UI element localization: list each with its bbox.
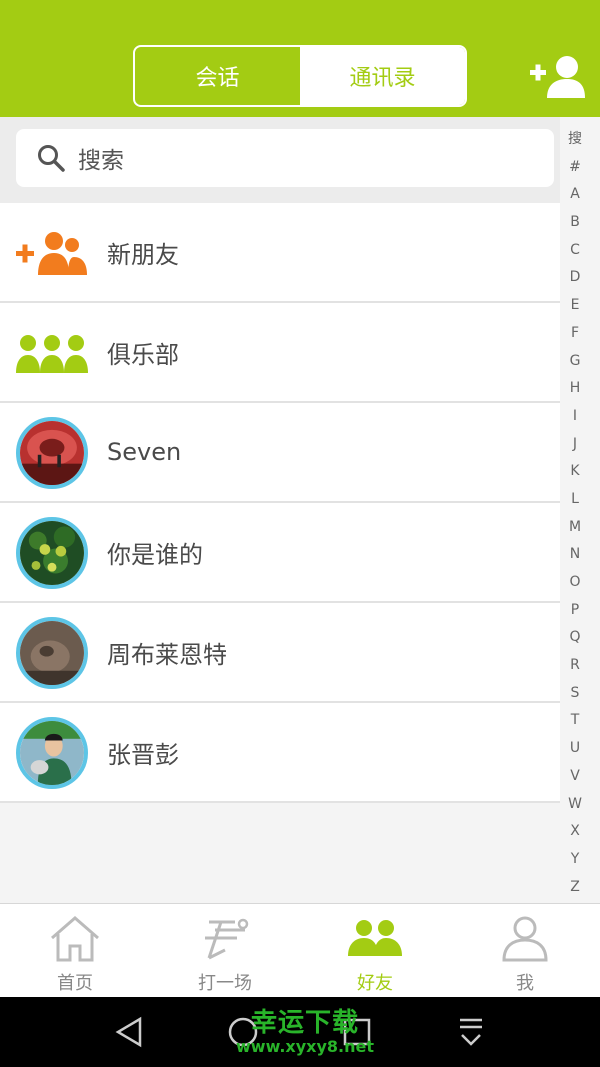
segmented-control: 会话 通讯录 xyxy=(133,45,467,107)
avatar xyxy=(16,517,88,589)
tab-contacts[interactable]: 通讯录 xyxy=(300,47,465,105)
home-button-icon[interactable] xyxy=(226,1015,260,1049)
tab-me[interactable]: 我 xyxy=(450,904,600,997)
index-letter[interactable]: 搜 xyxy=(561,126,589,154)
avatar xyxy=(16,717,88,789)
index-letter[interactable]: U xyxy=(561,735,589,763)
search-area: 搜索 xyxy=(0,117,560,203)
index-letter[interactable]: B xyxy=(561,209,589,237)
back-icon[interactable] xyxy=(112,1015,146,1049)
index-letter[interactable]: V xyxy=(561,763,589,791)
index-letter[interactable]: J xyxy=(561,431,589,459)
index-letter[interactable]: P xyxy=(561,597,589,625)
index-letter[interactable]: T xyxy=(561,707,589,735)
list-item-contact[interactable]: 你是谁的 xyxy=(0,503,560,603)
index-letter[interactable]: H xyxy=(561,375,589,403)
tab-home[interactable]: 首页 xyxy=(0,904,150,997)
tab-play[interactable]: 打一场 xyxy=(150,904,300,997)
index-letter[interactable]: # xyxy=(561,154,589,182)
index-letter[interactable]: G xyxy=(561,348,589,376)
index-letter[interactable]: K xyxy=(561,458,589,486)
system-nav-bar xyxy=(0,997,600,1067)
list-item-club[interactable]: 俱乐部 xyxy=(0,303,560,403)
index-letter[interactable]: Y xyxy=(561,846,589,874)
avatar xyxy=(16,617,88,689)
alphabet-index[interactable]: 搜 # A B C D E F G H I J K L M N O P Q R … xyxy=(561,126,589,901)
search-input[interactable]: 搜索 xyxy=(16,129,554,187)
contact-name: Seven xyxy=(107,438,182,466)
recents-icon[interactable] xyxy=(340,1015,374,1049)
index-letter[interactable]: E xyxy=(561,292,589,320)
tab-friends[interactable]: 好友 xyxy=(300,904,450,997)
play-icon xyxy=(205,918,249,960)
add-friend-icon[interactable] xyxy=(528,54,586,100)
avatar xyxy=(16,417,88,489)
profile-icon xyxy=(502,916,548,962)
index-letter[interactable]: Z xyxy=(561,874,589,902)
index-letter[interactable]: A xyxy=(561,181,589,209)
club-icon xyxy=(16,335,88,373)
search-icon xyxy=(38,145,65,172)
index-letter[interactable]: W xyxy=(561,791,589,819)
index-letter[interactable]: N xyxy=(561,541,589,569)
index-letter[interactable]: C xyxy=(561,237,589,265)
index-letter[interactable]: R xyxy=(561,652,589,680)
contact-name: 你是谁的 xyxy=(107,540,203,569)
index-letter[interactable]: F xyxy=(561,320,589,348)
index-letter[interactable]: Q xyxy=(561,624,589,652)
index-letter[interactable]: O xyxy=(561,569,589,597)
notification-pull-icon[interactable] xyxy=(454,1015,488,1049)
contact-name: 俱乐部 xyxy=(107,340,179,369)
contact-list: 新朋友 俱乐部 Seven 你是谁的 周布莱恩特 张晋彭 xyxy=(0,203,560,803)
index-letter[interactable]: X xyxy=(561,818,589,846)
index-letter[interactable]: S xyxy=(561,680,589,708)
list-item-new-friends[interactable]: 新朋友 xyxy=(0,203,560,303)
top-header: 会话 通讯录 xyxy=(0,0,600,117)
tab-label: 打一场 xyxy=(198,973,252,994)
index-letter[interactable]: D xyxy=(561,264,589,292)
list-item-contact[interactable]: 张晋彭 xyxy=(0,703,560,803)
tab-label: 我 xyxy=(516,973,534,994)
search-placeholder: 搜索 xyxy=(78,148,124,174)
home-icon xyxy=(51,916,99,962)
contact-name: 张晋彭 xyxy=(107,740,179,769)
friends-icon xyxy=(348,920,402,956)
tab-conversations[interactable]: 会话 xyxy=(135,47,300,105)
bottom-tab-bar: 首页 打一场 好友 我 xyxy=(0,903,600,997)
tab-label: 好友 xyxy=(357,973,393,994)
contact-name: 新朋友 xyxy=(107,240,179,269)
new-friends-icon xyxy=(16,232,87,275)
index-letter[interactable]: I xyxy=(561,403,589,431)
list-item-contact[interactable]: Seven xyxy=(0,403,560,503)
contact-name: 周布莱恩特 xyxy=(107,640,227,669)
list-item-contact[interactable]: 周布莱恩特 xyxy=(0,603,560,703)
index-letter[interactable]: M xyxy=(561,514,589,542)
index-letter[interactable]: L xyxy=(561,486,589,514)
tab-label: 首页 xyxy=(57,973,93,994)
